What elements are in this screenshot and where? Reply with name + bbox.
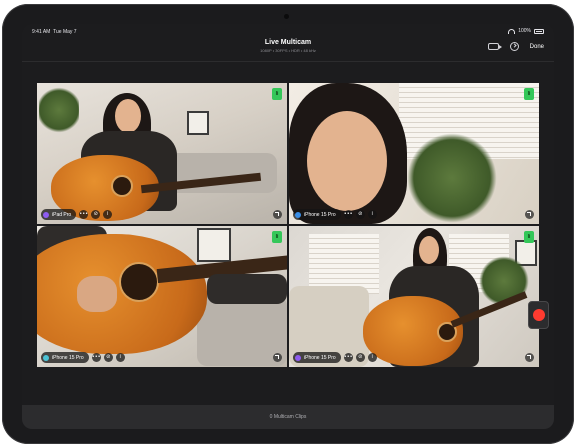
mute-button[interactable]: ⊘ xyxy=(103,353,113,362)
status-time-text: 9:41 AM xyxy=(32,29,51,35)
video-feed-2[interactable]: li iPhone 15 Pro ••• ⊘ i xyxy=(289,83,539,224)
expand-button[interactable] xyxy=(273,353,282,362)
guitar-soundhole xyxy=(111,175,133,197)
feed-controls: iPhone 15 Pro ••• ⊘ i xyxy=(293,209,377,220)
nav-title-group: Live Multicam 1080P • 30FPS • HDR • 48 k… xyxy=(22,39,554,53)
face-shape xyxy=(419,236,439,264)
status-time: 9:41 AM Tue May 7 xyxy=(32,29,77,35)
live-badge: li xyxy=(524,231,534,243)
face-shape xyxy=(307,111,387,211)
front-camera xyxy=(284,14,289,19)
mute-button[interactable]: ⊘ xyxy=(355,353,365,362)
camera-switch-icon[interactable] xyxy=(487,43,502,50)
device-label-pill[interactable]: iPhone 15 Pro xyxy=(293,209,341,220)
wall-frame xyxy=(187,111,209,135)
nav-bar: Live Multicam 1080P • 30FPS • HDR • 48 k… xyxy=(22,36,554,62)
feed-controls: iPhone 15 Pro ••• ⊘ i xyxy=(293,352,377,363)
clips-bar: 0 Multicam Clips xyxy=(22,405,554,429)
info-button[interactable]: i xyxy=(367,210,377,219)
status-date-text: Tue May 7 xyxy=(53,29,77,35)
feed-controls: iPad Pro ••• ⊘ i xyxy=(41,209,113,220)
more-options-button[interactable]: ••• xyxy=(343,353,353,362)
live-badge: li xyxy=(524,88,534,100)
guitar-soundhole xyxy=(119,262,159,302)
device-name: iPhone 15 Pro xyxy=(304,211,336,218)
feed-controls: iPhone 15 Pro ••• ⊘ i xyxy=(41,352,125,363)
battery-icon xyxy=(534,28,544,34)
live-badge: li xyxy=(272,88,282,100)
page-subtitle: 1080P • 30FPS • HDR • 48 kHz xyxy=(260,48,316,53)
device-avatar-icon xyxy=(43,211,49,218)
device-name: iPhone 15 Pro xyxy=(304,354,336,361)
wifi-icon xyxy=(508,28,516,34)
more-options-button[interactable]: ••• xyxy=(79,210,89,219)
wall-frame xyxy=(197,228,231,262)
device-avatar-icon xyxy=(295,211,301,218)
record-button[interactable] xyxy=(528,301,549,329)
face-shape xyxy=(115,99,141,133)
ipad-frame: 9:41 AM Tue May 7 100% Live Multicam 108… xyxy=(2,4,574,444)
clips-count[interactable]: 0 Multicam Clips xyxy=(270,414,307,420)
plant-shape xyxy=(39,85,79,135)
device-name: iPhone 15 Pro xyxy=(52,354,84,361)
video-grid: li iPad Pro ••• ⊘ i li iPhone 15 Pro •••… xyxy=(37,83,539,368)
device-label-pill[interactable]: iPhone 15 Pro xyxy=(41,352,89,363)
live-badge: li xyxy=(272,231,282,243)
video-feed-1[interactable]: li iPad Pro ••• ⊘ i xyxy=(37,83,287,224)
device-avatar-icon xyxy=(43,354,49,361)
device-name: iPad Pro xyxy=(52,211,72,218)
video-feed-3[interactable]: li iPhone 15 Pro ••• ⊘ i xyxy=(37,226,287,367)
battery-percent: 100% xyxy=(518,28,531,34)
info-button[interactable]: i xyxy=(115,353,125,362)
info-button[interactable]: i xyxy=(367,353,377,362)
nav-actions: Done xyxy=(487,42,544,51)
video-feed-4[interactable]: li iPhone 15 Pro ••• ⊘ i xyxy=(289,226,539,367)
expand-button[interactable] xyxy=(525,353,534,362)
mute-button[interactable]: ⊘ xyxy=(91,210,101,219)
screen: 9:41 AM Tue May 7 100% Live Multicam 108… xyxy=(22,24,554,429)
status-indicators: 100% xyxy=(508,28,544,34)
page-title: Live Multicam xyxy=(264,39,312,46)
info-button[interactable]: i xyxy=(103,210,113,219)
device-avatar-icon xyxy=(295,354,301,361)
more-options-button[interactable]: ••• xyxy=(91,353,101,362)
device-label-pill[interactable]: iPhone 15 Pro xyxy=(293,352,341,363)
expand-button[interactable] xyxy=(525,210,534,219)
more-options-button[interactable]: ••• xyxy=(343,210,353,219)
plant-shape xyxy=(407,133,497,223)
done-button[interactable]: Done xyxy=(530,44,544,50)
more-icon[interactable] xyxy=(509,42,519,51)
window-blinds xyxy=(309,234,379,294)
arm-shape xyxy=(207,274,287,304)
hand-shape xyxy=(77,276,117,312)
expand-button[interactable] xyxy=(273,210,282,219)
mute-button[interactable]: ⊘ xyxy=(355,210,365,219)
device-label-pill[interactable]: iPad Pro xyxy=(41,209,77,220)
